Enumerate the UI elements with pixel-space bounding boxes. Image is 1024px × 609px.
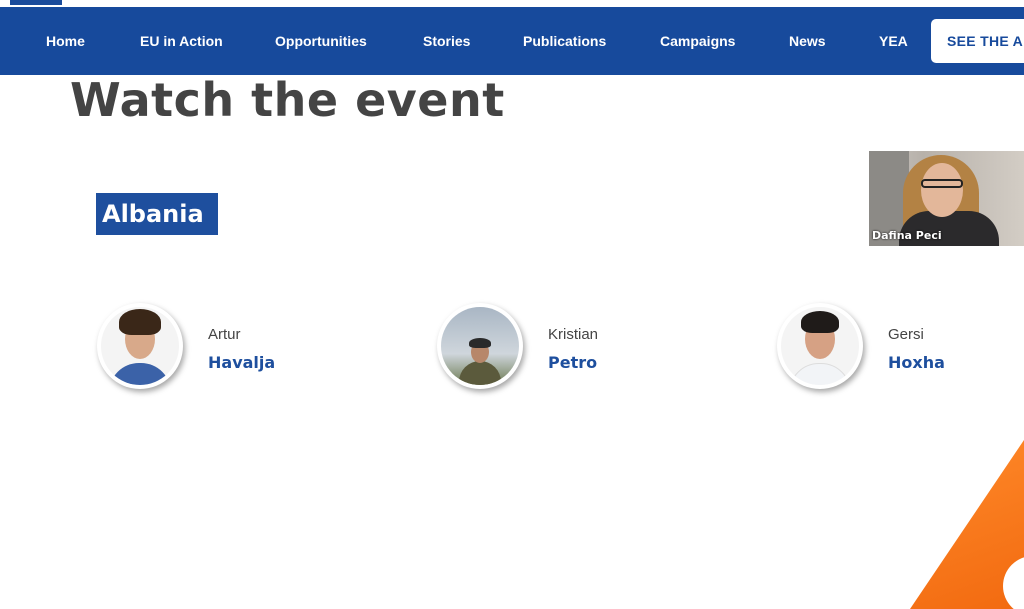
speaker-glasses (921, 179, 963, 188)
nav-campaigns[interactable]: Campaigns (660, 7, 735, 75)
avatar-hair (801, 311, 839, 333)
participant-first-name: Kristian (548, 326, 599, 343)
avatar-body (789, 363, 851, 385)
avatar-background (101, 307, 179, 385)
speaker-face (921, 163, 963, 217)
avatar-background (781, 307, 859, 385)
participant-first-name: Gersi (888, 326, 924, 343)
nav-home[interactable]: Home (46, 7, 85, 75)
participant-avatar (437, 303, 523, 389)
video-caption: Dafina Peci (872, 229, 942, 242)
avatar-background (441, 307, 519, 385)
nav-opportunities[interactable]: Opportunities (275, 7, 367, 75)
participant-last-name: Petro (548, 353, 598, 372)
nav-news[interactable]: News (789, 7, 826, 75)
participant-avatar (777, 303, 863, 389)
nav-eu-in-action[interactable]: EU in Action (140, 7, 223, 75)
participant-first-name: Artur (208, 326, 241, 343)
see-the-app-button[interactable]: SEE THE APP (931, 19, 1024, 63)
site-logo[interactable] (10, 0, 62, 5)
main-navigation: Home EU in Action Opportunities Stories … (0, 7, 1024, 75)
page: Home EU in Action Opportunities Stories … (0, 0, 1024, 609)
participant-last-name: Havalja (208, 353, 276, 372)
nav-publications[interactable]: Publications (523, 7, 606, 75)
top-strip (0, 0, 1024, 7)
participant-avatar (97, 303, 183, 389)
page-title: Watch the event (70, 73, 505, 127)
avatar-hair (119, 309, 161, 335)
avatar-hair (469, 338, 491, 348)
country-label: Albania (96, 193, 218, 235)
participant-last-name: Hoxha (888, 353, 945, 372)
video-thumbnail[interactable]: Dafina Peci (869, 151, 1024, 246)
avatar-body (109, 363, 171, 385)
avatar-body (459, 361, 501, 385)
nav-stories[interactable]: Stories (423, 7, 470, 75)
nav-yea[interactable]: YEA (879, 7, 908, 75)
